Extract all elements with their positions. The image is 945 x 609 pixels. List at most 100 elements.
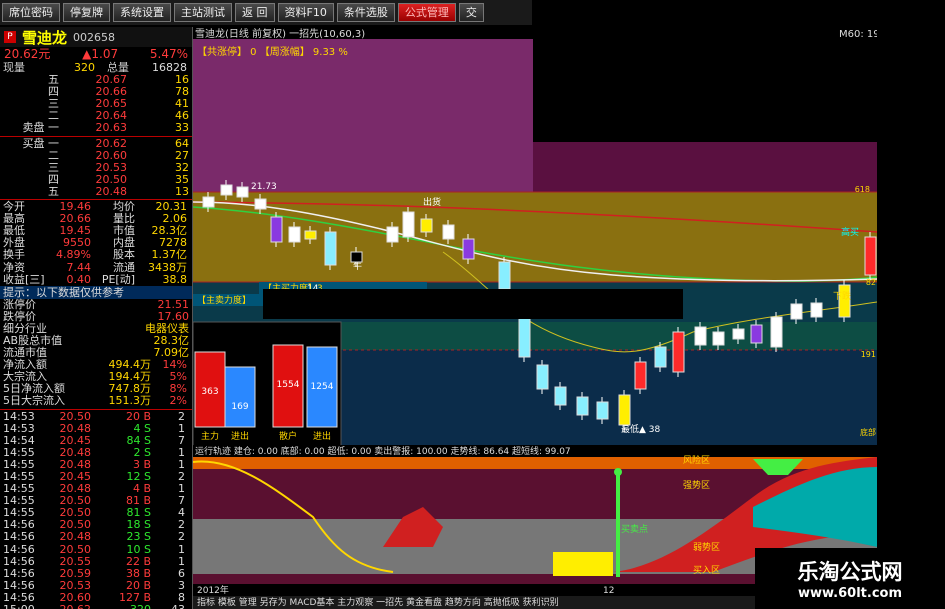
toolbar-button-1[interactable]: 停复牌	[63, 3, 110, 22]
candle	[220, 184, 233, 196]
tick-count: 1	[178, 554, 185, 568]
tick-volume: 84 S	[126, 433, 151, 447]
info-value: 21.51	[157, 297, 190, 311]
candle	[694, 326, 707, 346]
tick-row: 14:53 20.48 4 S 1	[0, 421, 192, 435]
volume-label: 现量	[3, 61, 25, 74]
candle	[618, 394, 631, 426]
fund-bar-value: 1554	[277, 380, 300, 390]
tick-time: 14:56	[3, 554, 35, 568]
flag-icon: P	[4, 31, 16, 43]
toolbar-button-0[interactable]: 席位密码	[2, 3, 60, 22]
candle	[254, 198, 267, 210]
info-row: 涨停价 21.51	[0, 297, 192, 311]
book-price: 20.62	[95, 136, 128, 150]
candle	[810, 302, 823, 318]
zone-buy: 买入区	[693, 565, 720, 576]
stats-row: 净资 7.44 流通 3438万	[0, 260, 192, 274]
toolbar: 席位密码 停复牌 系统设置 主站测试返 回资料F10 条件选股 公式管理交	[0, 0, 532, 25]
candle	[518, 316, 531, 358]
chart-area[interactable]: 雪迪龙(日线 前复权) 一招先(10,60,3) M60: 19 【共涨停】 0…	[193, 27, 877, 609]
stats-label2: PE[动]	[101, 272, 135, 286]
toolbar-button-8[interactable]: 交	[458, 3, 484, 22]
candle	[442, 224, 455, 240]
fund-bar-label: 主力	[201, 430, 219, 442]
toolbar-button-7[interactable]: 公式管理	[397, 3, 456, 22]
zone-risk: 风险区	[683, 454, 710, 466]
fund-bar-value: 169	[231, 402, 248, 412]
tick-time: 14:56	[3, 542, 35, 556]
rlabel-4: 底部	[860, 427, 876, 437]
tick-time: 14:53	[3, 409, 35, 423]
candle	[236, 186, 249, 198]
toolbar-button-3[interactable]: 主站测试	[174, 3, 232, 22]
tick-count: 7	[178, 433, 185, 447]
candle	[288, 226, 301, 243]
book-row: 卖盘 一 20.63 33	[0, 122, 192, 134]
candle	[386, 226, 399, 243]
stats-label: 收益[三]	[3, 272, 45, 286]
book-row: 买盘 一 20.62 64	[0, 136, 192, 150]
book-level: 买盘 一	[22, 136, 60, 150]
gaobuy-label: 高买	[841, 226, 859, 238]
candle	[634, 361, 647, 390]
tick-count: 43	[151, 603, 185, 609]
book-level: 五	[48, 184, 59, 198]
legend-line: 【共涨停】 0 【周涨幅】 9.33 %	[197, 45, 348, 58]
book-level: 二	[48, 148, 59, 162]
tick-count: 1	[178, 421, 185, 435]
tick-price: 20.48	[59, 421, 92, 435]
tick-price: 20.55	[59, 554, 92, 568]
kline-chart[interactable]: 雪迪龙(日线 前复权) 一招先(10,60,3) M60: 19 【共涨停】 0…	[193, 27, 877, 609]
candle	[304, 230, 317, 240]
candle	[350, 251, 363, 263]
candle	[462, 238, 475, 260]
xiama-label: 下跌	[833, 291, 851, 302]
tick-row: 14:56 20.48 23 S 2	[0, 531, 192, 543]
zhuli-tag2: 【主卖力度】	[197, 294, 251, 306]
candle	[864, 236, 877, 276]
candle	[596, 401, 609, 420]
indicator-tabs: 指标 模板 管理 另存为 MACD基本 主力观察 一招先 黄金看盘 趋势方向 高…	[197, 596, 559, 608]
toolbar-button-4[interactable]: 返 回	[235, 3, 275, 22]
tick-volume: 320	[91, 603, 151, 609]
zone-weak: 弱势区	[693, 541, 720, 553]
toolbar-button-2[interactable]: 系统设置	[113, 3, 171, 22]
candle	[324, 231, 337, 266]
info-note: 提示：以下数据仅供参考	[0, 285, 192, 299]
stats-row: 收益[三] 0.40 PE[动] 38.8	[0, 272, 192, 286]
stock-header: P 雪迪龙 002658	[0, 27, 192, 47]
toolbar-button-5[interactable]: 资料F10	[277, 3, 334, 22]
tick-price: 20.50	[59, 542, 92, 556]
rlabel-1: 82	[866, 278, 876, 287]
buy-zone-label: 买卖点	[621, 524, 648, 535]
info-label: 5日大宗流入	[3, 394, 65, 408]
fund-bar-value: 1254	[311, 382, 334, 392]
tick-list: 14:53 20.50 20 B 2 14:53 20.48 4 S 1 14:54 20.45 8…	[0, 409, 192, 609]
book-qty: 13	[175, 184, 189, 198]
stock-code: 002658	[73, 30, 116, 44]
ask-book: 五 20.67 16 四 20.66 78 三 20.65 41 二 20.64 46 卖盘 一 20.6…	[0, 74, 192, 134]
tick-volume: 22 B	[125, 554, 151, 568]
tick-count: 1	[178, 542, 185, 556]
candle	[672, 331, 685, 373]
stats-value: 4.89%	[56, 248, 91, 262]
watermark-title: 乐淘公式网	[797, 560, 903, 584]
tick-time: 14:53	[3, 421, 35, 435]
osc-yellow-block	[553, 552, 613, 576]
candle	[202, 196, 215, 208]
rlabel-0: 618	[855, 185, 870, 194]
rlabel-2: 191	[861, 350, 876, 359]
x-month: 12	[603, 586, 614, 596]
price-pct: 5.47%	[149, 47, 188, 61]
stats-label: 净资	[3, 260, 25, 274]
price-row: 20.62元 ▲1.07 5.47%	[0, 47, 192, 62]
toolbar-button-6[interactable]: 条件选股	[336, 3, 395, 22]
tick-time: 14:54	[3, 433, 35, 447]
tick-row: 14:54 20.45 84 S 7	[0, 433, 192, 447]
tick-time: 15:00	[3, 603, 43, 609]
quote-panel: P 雪迪龙 002658 20.62元 ▲1.07 5.47% 现量 320 总…	[0, 27, 193, 609]
m60-label: M60: 19	[839, 29, 877, 40]
candle	[554, 386, 567, 406]
stats-label2: 股本	[113, 248, 135, 262]
